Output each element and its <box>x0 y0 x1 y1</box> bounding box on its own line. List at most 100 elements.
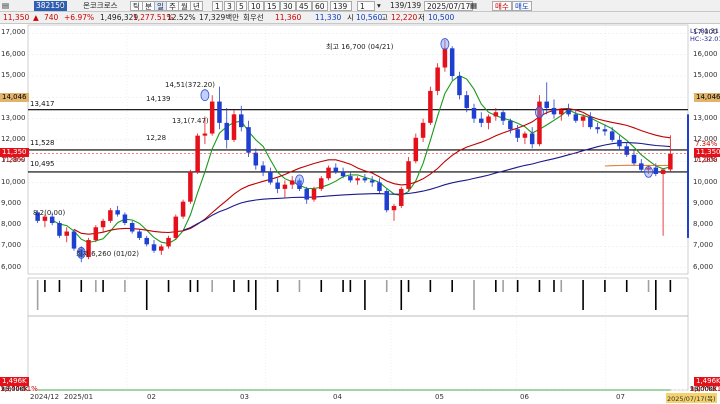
candle-body <box>500 112 506 121</box>
candle-body <box>326 167 331 179</box>
candle-body <box>588 116 593 128</box>
candle-body <box>311 188 317 200</box>
candle-body <box>479 118 484 123</box>
candle-body <box>180 201 186 217</box>
candle-body <box>268 171 273 183</box>
left-price-14046: 14,046 <box>0 93 29 102</box>
candle-body <box>217 101 222 123</box>
candle-body <box>573 114 579 121</box>
high-annotation: 최고 16,700 (04/21) <box>326 43 394 51</box>
candle-body <box>209 101 215 134</box>
candle-body <box>420 122 426 138</box>
candle-body <box>93 227 99 241</box>
candle-body <box>617 139 622 147</box>
pattern-marker <box>295 174 304 187</box>
x-label-may: 05 <box>435 393 444 401</box>
candle-body <box>428 90 433 123</box>
annotation-1228: 12,28 <box>146 134 167 142</box>
candle-body <box>566 110 571 115</box>
ma20-line <box>73 107 671 235</box>
range-bar <box>687 114 689 238</box>
candle-body <box>406 161 411 189</box>
candle-body <box>544 101 549 108</box>
candle-body <box>173 216 179 238</box>
candle-body <box>559 110 564 115</box>
candle-body <box>660 169 666 174</box>
right-price-14046: 14,046 <box>694 93 720 102</box>
low-annotation: 최저 6,260 (01/02) <box>76 250 140 258</box>
candle-body <box>260 165 266 172</box>
level-label-1: 13,417 <box>30 100 55 108</box>
right-pct-734: 7.34% <box>695 140 718 148</box>
candle-body <box>188 171 193 202</box>
candle-body <box>602 129 608 132</box>
pattern-marker <box>535 106 544 119</box>
price-tick-label: 13,000 <box>693 113 718 122</box>
annotation-1451: 14,51(372.20) <box>165 81 215 89</box>
candle-body <box>442 48 448 68</box>
price-tick-label: 10,000 <box>1 177 26 186</box>
x-label-mar: 03 <box>240 393 249 401</box>
candle-body <box>369 180 375 183</box>
price-tick-label: 6,000 <box>1 262 22 271</box>
candle-body <box>275 182 280 189</box>
x-label-dec: 2024/12 <box>30 393 60 401</box>
annotation-14139: 14,139 <box>146 95 171 103</box>
candle-body <box>202 133 208 136</box>
x-label-feb: 02 <box>147 393 156 401</box>
candle-body <box>449 48 455 76</box>
candle-body <box>319 178 324 189</box>
pattern-marker <box>644 165 653 178</box>
candle-body <box>399 188 404 206</box>
price-tick-label: 8,000 <box>1 220 22 229</box>
price-tick-label: 12,000 <box>1 134 26 143</box>
hc-label: HC:-32.01 <box>690 35 720 43</box>
candle-body <box>166 237 171 247</box>
candle-body <box>595 127 600 130</box>
candle-body <box>100 220 106 228</box>
candle-body <box>144 237 149 245</box>
candle-body <box>391 205 397 211</box>
x-label-jun: 06 <box>520 393 529 401</box>
candle-body <box>57 223 62 236</box>
candle-body <box>384 191 389 211</box>
price-chart[interactable] <box>0 0 720 404</box>
x-label-current-date: 2025/07/17(목) <box>666 393 717 403</box>
price-tick-label: 15,000 <box>693 71 718 79</box>
candle-body <box>231 114 237 140</box>
candle-body <box>64 231 69 236</box>
candle-body <box>457 76 462 96</box>
ma120-line <box>604 164 671 167</box>
price-tick-label: 9,000 <box>1 198 22 207</box>
candle-body <box>151 244 157 251</box>
ma5-line <box>51 74 671 245</box>
annotation-82: 8,2(0.00) <box>33 209 66 217</box>
candle-body <box>137 231 142 238</box>
candle-body <box>340 171 346 177</box>
price-tick-label: 7,000 <box>1 241 22 250</box>
candle-body <box>515 129 520 138</box>
candle-body <box>224 122 229 140</box>
candle-body <box>333 167 339 172</box>
candle-body <box>653 167 659 174</box>
left-pct-728: 7.28% <box>2 156 25 164</box>
candle-body <box>71 231 77 249</box>
price-tick-label: 7,000 <box>693 241 714 250</box>
candle-body <box>413 137 419 162</box>
x-label-apr: 04 <box>333 393 342 401</box>
lc-label: LC:81.31 <box>690 27 719 35</box>
left-vol-pct: 1,277.51% <box>0 385 38 393</box>
candle-body <box>282 184 288 189</box>
pattern-marker <box>200 89 210 102</box>
right-pct-728: 7.28% <box>695 156 718 164</box>
price-tick-label: 13,000 <box>1 113 26 122</box>
price-tick-label: 10,000 <box>693 177 718 186</box>
candle-body <box>464 95 469 108</box>
candle-body <box>580 116 586 121</box>
price-tick-label: 15,000 <box>1 71 26 79</box>
price-tick-label: 9,000 <box>693 198 714 207</box>
candle-body <box>129 223 135 232</box>
x-label-jul: 07 <box>616 393 625 401</box>
candle-body <box>355 178 360 181</box>
pattern-marker <box>440 38 450 50</box>
